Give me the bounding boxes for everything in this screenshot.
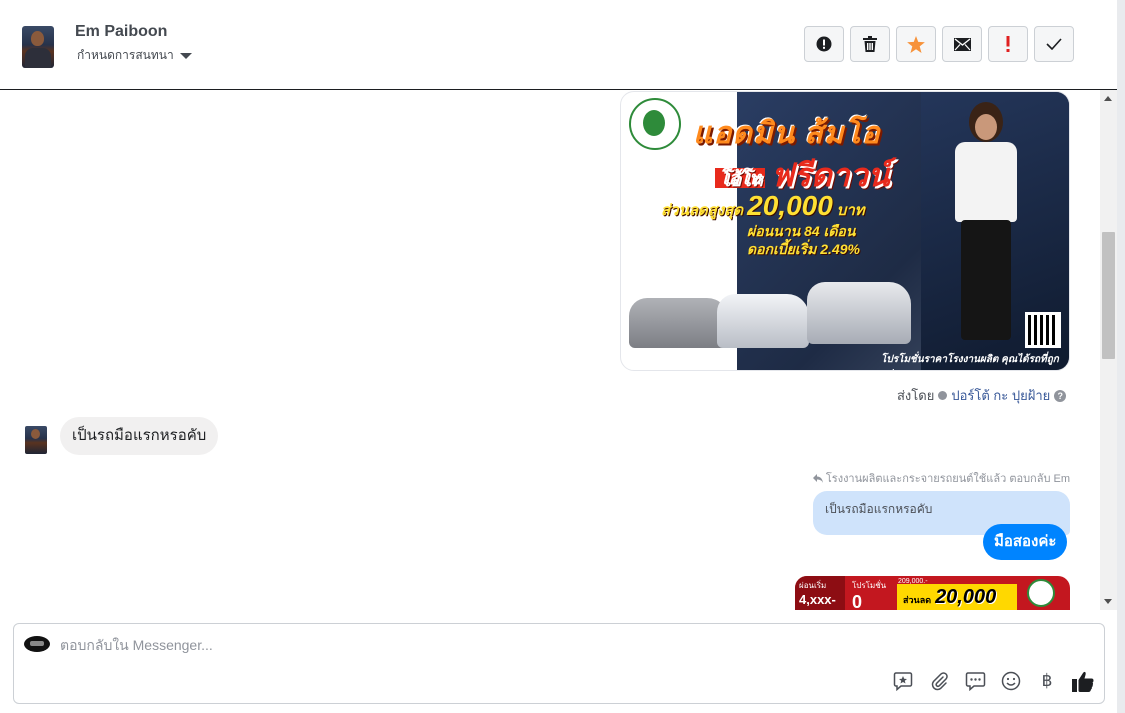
- delete-button[interactable]: [850, 26, 890, 62]
- ad-car-sedan: [629, 298, 729, 348]
- contact-name[interactable]: Em Paiboon: [75, 23, 167, 41]
- help-icon[interactable]: ?: [1054, 389, 1067, 402]
- contact-avatar[interactable]: [22, 26, 54, 68]
- page-avatar: [24, 636, 50, 652]
- sent-by-label: ส่งโดย: [897, 388, 935, 403]
- ad-image-message-2[interactable]: ผ่อนเริ่ม 4,xxx- โปรโมชั่น 0 209,000.- ส่…: [795, 576, 1070, 610]
- reply-composer: ฿: [13, 623, 1105, 704]
- reply-note-text: โรงงานผลิตและกระจายรถยนต์ใช้แล้ว ตอบกลับ…: [825, 473, 1070, 485]
- ad2-promo: โปรโมชั่น 0: [852, 581, 887, 610]
- saved-reply-icon[interactable]: [892, 670, 914, 692]
- ad-car-pickup-white: [717, 294, 809, 348]
- ad2-discount: ส่วนลด 20,000: [897, 584, 1017, 610]
- dealer-logo: [629, 98, 681, 150]
- alert-circle-icon: [816, 36, 832, 52]
- sender-avatar[interactable]: [25, 426, 47, 454]
- scroll-down-arrow-icon[interactable]: [1104, 599, 1112, 604]
- attachment-icon[interactable]: [928, 670, 950, 692]
- ad-car-pickup-cargo: [807, 282, 911, 344]
- star-icon: [907, 35, 925, 53]
- ad-terms: ผ่อนนาน 84 เดือน ดอกเบี้ยเริ่ม 2.49%: [747, 223, 860, 257]
- qr-code: [1025, 312, 1061, 348]
- assign-conversation-label: กำหนดการสนทนา: [77, 48, 174, 62]
- trash-icon: [863, 36, 877, 52]
- message-scrollbar[interactable]: [1100, 90, 1117, 610]
- check-icon: [1046, 38, 1062, 50]
- emoji-icon[interactable]: [1000, 670, 1022, 692]
- mark-unread-button[interactable]: [942, 26, 982, 62]
- scrollbar-thumb[interactable]: [1102, 232, 1115, 359]
- sent-by-info: ส่งโดย ปอร์โต้ กะ ปุยฝ้าย ?: [897, 385, 1067, 406]
- mark-done-button[interactable]: [1034, 26, 1074, 62]
- ad-discount-line: ส่วนลดสูงสุด 20,000 บาท: [661, 190, 865, 221]
- quick-reply-icon[interactable]: [964, 670, 986, 692]
- ad-presenter: [951, 102, 1021, 352]
- report-spam-button[interactable]: [804, 26, 844, 62]
- ad-image-message[interactable]: แอดมิน ส้มโอ โอ้โห ฟรีดาวน์ ส่วนลดสูงสุด 2…: [620, 91, 1070, 371]
- ad-caption: โปรโมชั่นราคาโรงงานผลิต คุณได้รถที่ถูกกว…: [881, 354, 1059, 370]
- ad2-installment: ผ่อนเริ่ม 4,xxx-: [795, 576, 845, 610]
- reply-arrow-icon: [812, 473, 823, 483]
- incoming-message[interactable]: เป็นรถมือแรกหรอคับ: [60, 417, 219, 455]
- reply-input[interactable]: [60, 634, 760, 656]
- follow-up-button[interactable]: [988, 26, 1028, 62]
- ad2-dealer-logo: [1027, 579, 1055, 607]
- outgoing-message[interactable]: มือสองค่ะ: [983, 524, 1068, 560]
- conversation-header: Em Paiboon กำหนดการสนทนา: [0, 0, 1117, 90]
- thumbs-up-icon[interactable]: [1072, 670, 1094, 692]
- window-edge: [1117, 0, 1125, 713]
- sent-by-name[interactable]: ปอร์โต้ กะ ปุยฝ้าย: [951, 385, 1050, 406]
- conversation-toolbar: [804, 26, 1074, 62]
- envelope-icon: [953, 37, 971, 51]
- caret-down-icon: [179, 53, 192, 59]
- verified-icon: [938, 391, 948, 400]
- baht-payment-icon[interactable]: ฿: [1036, 670, 1058, 692]
- assign-conversation-dropdown[interactable]: กำหนดการสนทนา: [77, 46, 192, 65]
- scroll-up-arrow-icon[interactable]: [1104, 96, 1112, 101]
- star-button[interactable]: [896, 26, 936, 62]
- exclamation-icon: [1006, 36, 1010, 52]
- reply-note: โรงงานผลิตและกระจายรถยนต์ใช้แล้ว ตอบกลับ…: [812, 469, 1070, 487]
- composer-actions: ฿: [892, 670, 1094, 692]
